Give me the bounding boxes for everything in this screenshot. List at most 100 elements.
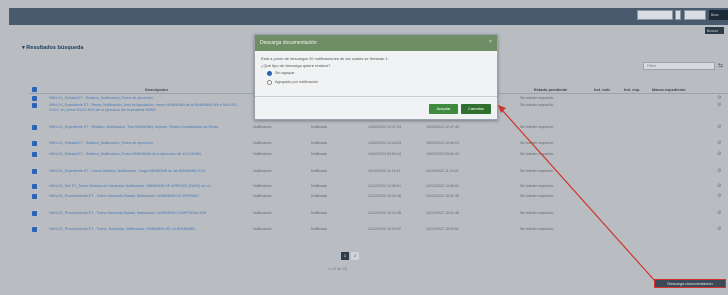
row-type: Notificación	[253, 211, 272, 215]
toolbar-input-1[interactable]	[637, 10, 673, 20]
header-mark[interactable]: Marca expediente	[652, 87, 686, 92]
row-type: Notificación	[253, 184, 272, 188]
row-status: Sin trámite requerido	[520, 184, 554, 188]
toolbar-input-2[interactable]	[675, 10, 681, 20]
row-date-2: 12/12/2022 15:32:46	[426, 194, 459, 198]
row-type: Notificación	[253, 141, 272, 145]
download-dialog: Descarga documentación × Está a punto de…	[254, 34, 498, 120]
row-type: Notificación	[253, 169, 272, 173]
row-description[interactable]: NNN-XX_Procedimiento ET - Tramo Hacienda…	[49, 194, 239, 204]
gear-icon[interactable]: ⚙	[717, 168, 721, 174]
header-ind-noti[interactable]: Ind. noti.	[594, 87, 611, 92]
page-2-button[interactable]: 2	[351, 252, 359, 260]
row-state: Notificada	[311, 211, 327, 215]
row-date-1: 10/10/2022 11:19:21	[368, 169, 401, 173]
row-date-2: 12/12/2022 14:06:51	[426, 184, 459, 188]
row-date-1: 12/12/2022 15:32:46	[368, 194, 401, 198]
gear-icon[interactable]: ⚙	[717, 95, 721, 101]
row-description[interactable]: NNN-XX_Ref-ET_Tramo Relativo de Hacienda…	[49, 184, 239, 189]
row-description[interactable]: NNN-XX_Expediente ET - Renta, Notificaci…	[49, 103, 239, 118]
top-toolbar	[9, 8, 728, 25]
row-checkbox[interactable]	[32, 211, 37, 216]
row-checkbox[interactable]	[32, 125, 37, 130]
row-status: Sin trámite requerido	[520, 227, 554, 231]
radio-no-group-label: Sin agrupar	[275, 71, 295, 75]
row-state: Notificada	[311, 227, 327, 231]
row-status: Sin trámite requerido	[520, 125, 554, 129]
radio-group-by-notification[interactable]	[267, 80, 272, 85]
cancel-button[interactable]: Cancelar	[461, 104, 491, 114]
row-date-2: 12/12/2022 15:29:52	[426, 227, 459, 231]
row-date-2: 10/02/2023 12:37:43	[426, 125, 459, 129]
page-1-button[interactable]: 1	[341, 252, 349, 260]
row-checkbox[interactable]	[32, 194, 37, 199]
filter-clear-icon[interactable]: ⇆	[718, 62, 723, 69]
row-checkbox[interactable]	[32, 152, 37, 157]
row-checkbox[interactable]	[32, 96, 37, 101]
accept-button[interactable]: Aceptar	[429, 104, 458, 114]
row-type: Notificación	[253, 194, 272, 198]
gear-icon[interactable]: ⚙	[717, 124, 721, 130]
toolbar-search-button[interactable]: Busc	[709, 10, 728, 20]
row-status: Sin trámite requerido	[520, 169, 554, 173]
row-state: Notificada	[311, 194, 327, 198]
row-state: Notificada	[311, 141, 327, 145]
row-description[interactable]: NNN-XX_Expediente ET - Tramo Relativo, N…	[49, 169, 239, 179]
row-type: Notificación	[253, 227, 272, 231]
row-date-2: 12/12/2022 15:31:36	[426, 211, 459, 215]
search-button[interactable]: Buscar	[705, 27, 724, 34]
row-description[interactable]: NNN-XX_Expediente ET - Relativo, Notific…	[49, 125, 239, 135]
row-checkbox[interactable]	[32, 184, 37, 189]
row-status: Sin trámite requerido	[520, 152, 554, 156]
row-status: Sin trámite requerido	[520, 103, 554, 107]
row-date-2: 10/10/2022 11:19:21	[426, 169, 459, 173]
row-date-1: 12/12/2022 15:31:36	[368, 211, 401, 215]
pagination-info: 1-10 de 20	[328, 266, 348, 271]
row-state: Notificada	[311, 125, 327, 129]
row-description[interactable]: NNN-XX_Procedimiento ET - Tramo, Haciend…	[49, 227, 239, 237]
row-status: Sin trámite requerido	[520, 194, 554, 198]
radio-group-by-notification-label: Agrupado por notificación	[275, 80, 319, 84]
row-date-2: 10/02/2023 12:44:03	[426, 141, 459, 145]
row-description[interactable]: NNN-XX_Entidad-ET - Relativo_Notificació…	[49, 141, 239, 146]
row-description[interactable]: NNN-XX_Procedimiento ET - Tramo Hacienda…	[49, 211, 239, 221]
header-status[interactable]: Estado pendiente	[534, 87, 567, 92]
dialog-divider	[255, 96, 497, 97]
dialog-message: Está a punto de descargar 20 notificacio…	[261, 56, 389, 61]
row-date-1: 10/02/2023 09:00:44	[368, 152, 401, 156]
header-description[interactable]: Descripción	[145, 87, 168, 92]
row-state: Notificada	[311, 152, 327, 156]
close-icon[interactable]: ×	[489, 39, 492, 45]
row-description[interactable]: NNN-XX_Entidad-ET - Relativo_Notificació…	[49, 96, 239, 101]
row-status: Sin trámite requerido	[520, 141, 554, 145]
toolbar-input-3[interactable]	[684, 10, 706, 20]
gear-icon[interactable]: ⚙	[717, 183, 721, 189]
header-ind-exp[interactable]: Ind. exp.	[624, 87, 640, 92]
gear-icon[interactable]: ⚙	[717, 193, 721, 199]
radio-no-group[interactable]	[267, 71, 272, 76]
gear-icon[interactable]: ⚙	[717, 226, 721, 232]
row-type: Notificación	[253, 152, 272, 156]
row-state: Notificada	[311, 169, 327, 173]
row-description[interactable]: NNN-XX_Entidad-ET - Relativo_Notificació…	[49, 152, 239, 162]
row-checkbox[interactable]	[32, 169, 37, 174]
row-checkbox[interactable]	[32, 227, 37, 232]
row-status: Sin trámite requerido	[520, 96, 554, 100]
filter-input[interactable]: Filtrar	[643, 62, 715, 70]
row-date-1: 10/02/2023 12:44:03	[368, 141, 401, 145]
row-status: Sin trámite requerido	[520, 211, 554, 215]
row-checkbox[interactable]	[32, 103, 37, 108]
row-checkbox[interactable]	[32, 141, 37, 146]
dialog-question: ¿Qué tipo de descarga quiere realizar?	[261, 63, 331, 68]
gear-icon[interactable]: ⚙	[717, 140, 721, 146]
dialog-header: Descarga documentación ×	[255, 35, 497, 51]
gear-icon[interactable]: ⚙	[717, 151, 721, 157]
results-title: ▾ Resultados búsqueda	[22, 45, 84, 51]
row-type: Notificación	[253, 125, 272, 129]
gear-icon[interactable]: ⚙	[717, 210, 721, 216]
select-all-checkbox[interactable]	[32, 87, 37, 92]
row-state: Notificada	[311, 184, 327, 188]
gear-icon[interactable]: ⚙	[717, 102, 721, 108]
download-documentation-button[interactable]: Descarga documentación	[654, 279, 726, 288]
row-date-1: 12/12/2022 14:06:51	[368, 184, 401, 188]
